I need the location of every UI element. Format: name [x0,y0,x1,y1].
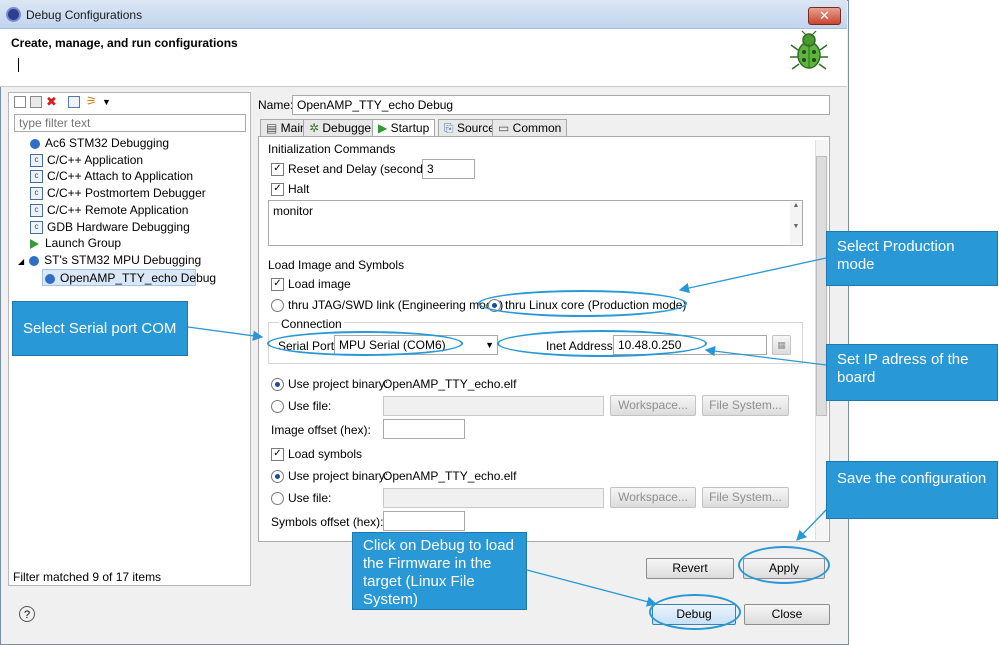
callout-production-mode: Select Production mode [826,231,998,286]
arrow-production [678,257,827,294]
arrow-ip [704,345,827,366]
callout-save-configuration: Save the configuration [826,461,998,519]
callout-serial-port: Select Serial port COM [12,301,188,356]
arrow-save [796,509,827,541]
arrow-serial [187,326,264,341]
callout-debug: Click on Debug to load the Firmware in t… [352,532,527,610]
callout-ip-address: Set IP adress of the board [826,344,998,401]
arrow-debug [526,569,658,607]
